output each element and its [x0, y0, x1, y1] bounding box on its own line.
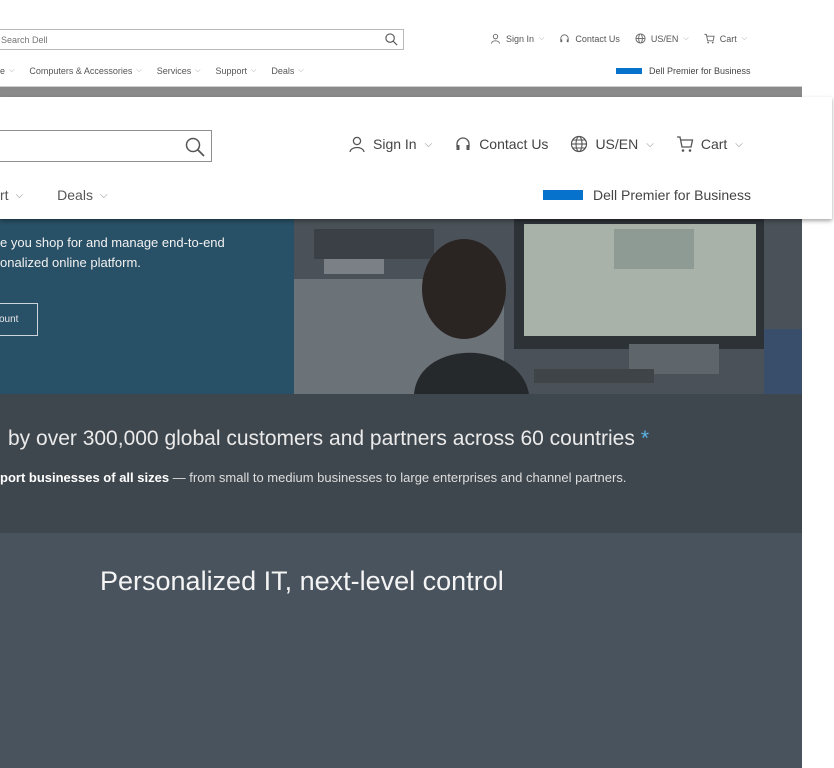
globe-icon	[571, 135, 588, 153]
nav-label: Deals	[57, 187, 93, 203]
bg-contact-button[interactable]: Contact Us	[559, 33, 620, 44]
hero-line-1: e you shop for and manage end-to-end	[0, 235, 225, 250]
stats-title-text: by over 300,000 global customers and par…	[8, 427, 635, 450]
nav-label: Computers & Accessories	[29, 66, 133, 76]
premier-bar-icon	[543, 190, 583, 200]
nav-label: e	[0, 66, 6, 76]
premier-bar-icon	[616, 68, 642, 74]
locale-label: US/EN	[595, 136, 639, 152]
chevron-down-icon: ⌵	[298, 67, 304, 74]
nav-item-support[interactable]: rt ⌵	[0, 187, 23, 203]
hero-text: e you shop for and manage end-to-end ona…	[0, 233, 290, 273]
headset-icon	[456, 137, 470, 150]
stats-section	[0, 394, 802, 533]
nav-label: Support	[215, 66, 248, 76]
globe-icon	[635, 33, 646, 44]
bg-nav-item-computers[interactable]: Computers & Accessories ⌵	[29, 66, 141, 76]
chevron-down-icon: ⌵	[539, 34, 545, 42]
hero-account-button[interactable]: ount	[0, 303, 38, 336]
hero-line-2: onalized online platform.	[0, 255, 141, 270]
cart-icon	[704, 33, 715, 44]
bg-contact-label: Contact Us	[575, 33, 620, 44]
bg-utility-bar: Sign In ⌵ Contact Us US/EN ⌵ Cart ⌵	[490, 33, 762, 44]
search-icon[interactable]	[384, 32, 399, 47]
cart-label: Cart	[700, 136, 728, 152]
utility-bar: Sign In ⌵ Contact Us US/EN ⌵ Cart ⌵	[348, 135, 765, 153]
personalized-title: Personalized IT, next-level control	[100, 566, 504, 596]
chevron-down-icon: ⌵	[99, 189, 108, 201]
stats-subtitle-rest: — from small to medium businesses to lar…	[169, 470, 627, 485]
contact-us-button[interactable]: Contact Us	[454, 135, 548, 153]
bg-cart-button[interactable]: Cart ⌵	[704, 33, 747, 44]
bg-nav-item-support[interactable]: Support ⌵	[216, 66, 257, 76]
contact-us-label: Contact Us	[479, 136, 549, 152]
bg-search-box[interactable]	[0, 29, 404, 50]
chevron-down-icon: ⌵	[251, 67, 257, 74]
sign-in-button[interactable]: Sign In ⌵	[348, 135, 432, 153]
bg-sign-in-label: Sign In	[506, 33, 535, 44]
search-icon[interactable]	[184, 136, 206, 158]
bg-locale-label: US/EN	[650, 33, 679, 44]
bg-premier-label: Dell Premier for Business	[649, 66, 751, 76]
stats-subtitle-bold: port businesses of all sizes	[0, 470, 170, 485]
bg-main-nav: e ⌵ Computers & Accessories ⌵ Services ⌵ Su…	[0, 66, 319, 76]
sign-in-label: Sign In	[373, 136, 417, 152]
stats-title: by over 300,000 global customers and par…	[8, 427, 649, 451]
bg-sign-in-button[interactable]: Sign In ⌵	[490, 33, 544, 44]
main-nav: rt ⌵ Deals ⌵	[0, 187, 142, 203]
nav-label: Services	[156, 66, 192, 76]
chevron-down-icon: ⌵	[683, 34, 689, 42]
nav-label: rt	[0, 187, 9, 203]
chevron-down-icon: ⌵	[195, 67, 201, 74]
chevron-down-icon: ⌵	[136, 67, 142, 74]
headset-icon	[560, 34, 569, 43]
office-photo-illustration	[294, 219, 802, 394]
user-icon	[349, 136, 365, 153]
chevron-down-icon: ⌵	[15, 189, 24, 201]
chevron-down-icon: ⌵	[424, 138, 433, 150]
cart-icon	[676, 136, 694, 152]
hero-office-image	[294, 219, 802, 394]
locale-button[interactable]: US/EN ⌵	[570, 135, 654, 153]
premier-label: Dell Premier for Business	[593, 187, 751, 203]
background-header: Sign In⌵ Contact Us US/EN⌵ Cart⌵ e⌵ Comp…	[0, 0, 802, 87]
user-icon	[490, 34, 501, 44]
bg-nav-item[interactable]: e ⌵	[0, 66, 14, 76]
stats-subtitle: port businesses of all sizes — from smal…	[0, 470, 626, 485]
bg-nav-item-deals[interactable]: Deals ⌵	[271, 66, 303, 76]
premier-link[interactable]: Dell Premier for Business	[543, 187, 751, 203]
nav-label: Deals	[271, 66, 295, 76]
nav-item-deals[interactable]: Deals ⌵	[57, 187, 107, 203]
cart-button[interactable]: Cart ⌵	[676, 135, 743, 153]
bg-nav-item-services[interactable]: Services ⌵	[157, 66, 201, 76]
chevron-down-icon: ⌵	[735, 138, 743, 150]
search-box[interactable]	[0, 130, 212, 162]
bg-cart-label: Cart	[719, 33, 737, 44]
overlay-header: Sign In ⌵ Contact Us US/EN ⌵ Cart ⌵ rt ⌵ Dea…	[0, 97, 832, 219]
bg-premier-link[interactable]: Dell Premier for Business	[616, 66, 751, 76]
bg-locale-button[interactable]: US/EN ⌵	[635, 33, 689, 44]
bg-search-input[interactable]	[1, 32, 361, 47]
chevron-down-icon: ⌵	[9, 67, 15, 74]
footnote-asterisk[interactable]: *	[641, 427, 649, 450]
search-input[interactable]	[5, 137, 155, 157]
chevron-down-icon: ⌵	[646, 138, 654, 150]
chevron-down-icon: ⌵	[741, 34, 748, 42]
